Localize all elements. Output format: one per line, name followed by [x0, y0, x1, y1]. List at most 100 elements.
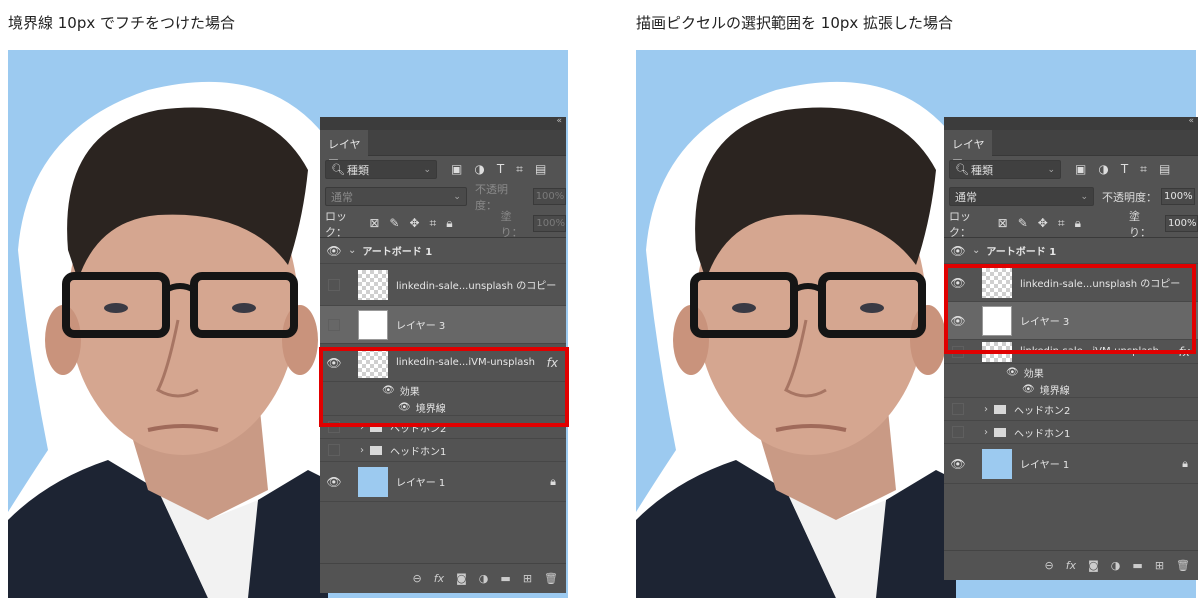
eye-icon[interactable]: 👁︎	[1022, 384, 1035, 395]
layer-row[interactable]: linkedin-sale...iVM-unsplash fx	[944, 340, 1198, 364]
eye-icon[interactable]: 👁︎	[320, 244, 348, 258]
layer-row[interactable]: レイヤー 3	[320, 306, 566, 344]
effects-row[interactable]: 👁︎ 効果	[320, 382, 566, 399]
layer-row[interactable]: 👁︎ レイヤー 1 🔒︎	[320, 462, 566, 502]
layer-row[interactable]: 👁︎ レイヤー 3	[944, 302, 1198, 340]
layer-name: レイヤー 3	[396, 321, 446, 332]
eye-icon[interactable]: 👁︎	[320, 356, 348, 370]
lock-row: ロック： ⊠ ✎ ✥ ⌗ 🔒︎ 塗り： 100%	[320, 210, 566, 239]
mask-icon[interactable]: ◙	[456, 572, 467, 585]
fx-icon[interactable]: fx	[1179, 345, 1190, 359]
visibility-toggle[interactable]	[320, 444, 348, 456]
layer-row[interactable]: 👁︎ linkedin-sale...iVM-unsplash fx	[320, 344, 566, 382]
folder-icon[interactable]: ▬	[1132, 559, 1142, 572]
lock-label: ロック：	[949, 209, 971, 239]
visibility-toggle[interactable]	[944, 345, 972, 358]
lock-all-icon[interactable]: 🔒︎	[446, 216, 452, 231]
fill-field[interactable]: 100%	[1164, 215, 1198, 232]
folder-icon[interactable]: ▬	[500, 572, 510, 585]
layer-row[interactable]: linkedin-sale...unsplash のコピー	[320, 264, 566, 306]
blend-mode-select[interactable]: 通常 ⌄	[949, 187, 1094, 206]
artboard-row[interactable]: 👁︎ ⌄ アートボード 1	[944, 238, 1198, 264]
chevron-right-icon[interactable]: ›	[360, 422, 364, 433]
layer-name: linkedin-sale...unsplash のコピー	[396, 281, 557, 292]
lock-transparency-icon[interactable]: ⊠	[369, 216, 379, 231]
image-filter-icon[interactable]: ▣	[451, 162, 462, 177]
effects-row[interactable]: 👁︎ 効果	[944, 364, 1198, 381]
filter-kind-select[interactable]: 🔍︎ 種類 ⌄	[325, 160, 437, 179]
fx-icon[interactable]: fx	[1066, 559, 1076, 572]
eye-icon[interactable]: 👁︎	[944, 314, 972, 328]
layer-row[interactable]: 👁︎ レイヤー 1 🔒︎	[944, 444, 1198, 484]
group-row[interactable]: › ヘッドホン2	[320, 416, 566, 439]
eye-icon[interactable]: 👁︎	[320, 475, 348, 489]
artboard-name: アートボード 1	[986, 247, 1057, 258]
image-filter-icon[interactable]: ▣	[1075, 162, 1086, 177]
fx-icon[interactable]: fx	[434, 572, 444, 585]
blend-mode-select[interactable]: 通常 ⌄	[325, 187, 467, 206]
link-icon[interactable]: ⊖	[1045, 559, 1054, 572]
adjustment-icon[interactable]: ◑	[479, 572, 489, 585]
new-layer-icon[interactable]: ⊞	[523, 572, 532, 585]
shape-filter-icon[interactable]: ⌗	[1140, 162, 1147, 177]
layer-name: linkedin-sale...iVM-unsplash	[396, 357, 535, 368]
adjustment-filter-icon[interactable]: ◑	[1098, 162, 1108, 177]
lock-transparency-icon[interactable]: ⊠	[998, 216, 1008, 231]
panel-footer: ⊖ fx ◙ ◑ ▬ ⊞ 🗑︎	[944, 550, 1198, 580]
shape-filter-icon[interactable]: ⌗	[516, 162, 523, 177]
adjustment-icon[interactable]: ◑	[1111, 559, 1121, 572]
group-row[interactable]: › ヘッドホン2	[944, 398, 1198, 421]
filter-kind-select[interactable]: 🔍︎ 種類 ⌄	[949, 160, 1061, 179]
visibility-toggle[interactable]	[320, 318, 348, 331]
stroke-effect-row[interactable]: 👁︎ 境界線	[320, 399, 566, 416]
folder-icon	[370, 445, 382, 455]
visibility-toggle[interactable]	[944, 426, 972, 438]
visibility-toggle[interactable]	[944, 403, 972, 415]
tab-layers[interactable]: レイヤー	[944, 130, 992, 167]
eye-icon[interactable]: 👁︎	[944, 276, 972, 290]
eye-icon[interactable]: 👁︎	[398, 402, 411, 413]
tab-layers[interactable]: レイヤー	[320, 130, 368, 167]
new-layer-icon[interactable]: ⊞	[1155, 559, 1164, 572]
chevron-right-icon[interactable]: ›	[984, 404, 988, 415]
visibility-toggle[interactable]	[320, 421, 348, 433]
chevron-right-icon[interactable]: ›	[984, 427, 988, 438]
eye-icon[interactable]: 👁︎	[382, 385, 395, 396]
group-row[interactable]: › ヘッドホン1	[944, 421, 1198, 444]
visibility-toggle[interactable]	[320, 278, 348, 291]
filter-icons: ▣ ◑ T ⌗ ▤	[1075, 162, 1170, 177]
layer-row[interactable]: 👁︎ linkedin-sale...unsplash のコピー	[944, 264, 1198, 302]
chevron-down-icon[interactable]: ⌄	[972, 245, 980, 256]
lock-all-icon[interactable]: 🔒︎	[1075, 216, 1081, 231]
eye-icon[interactable]: 👁︎	[1006, 367, 1019, 378]
collapse-icon[interactable]: «	[556, 117, 562, 126]
collapse-icon[interactable]: «	[1188, 117, 1194, 126]
chevron-down-icon: ⌄	[453, 191, 461, 202]
type-filter-icon[interactable]: T	[1121, 162, 1128, 177]
lock-paint-icon[interactable]: ✎	[1018, 216, 1028, 231]
smart-object-filter-icon[interactable]: ▤	[1159, 162, 1170, 177]
adjustment-filter-icon[interactable]: ◑	[474, 162, 484, 177]
link-icon[interactable]: ⊖	[413, 572, 422, 585]
trash-icon[interactable]: 🗑︎	[544, 572, 558, 585]
artboard-row[interactable]: 👁︎ ⌄ アートボード 1	[320, 238, 566, 264]
lock-paint-icon[interactable]: ✎	[389, 216, 399, 231]
fill-field[interactable]: 100%	[533, 215, 566, 232]
trash-icon[interactable]: 🗑︎	[1176, 559, 1190, 572]
fx-icon[interactable]: fx	[547, 356, 558, 370]
eye-icon[interactable]: 👁︎	[944, 244, 972, 258]
type-filter-icon[interactable]: T	[497, 162, 504, 177]
eye-icon[interactable]: 👁︎	[944, 457, 972, 471]
smart-object-filter-icon[interactable]: ▤	[535, 162, 546, 177]
chevron-down-icon[interactable]: ⌄	[348, 245, 356, 256]
mask-icon[interactable]: ◙	[1088, 559, 1099, 572]
stroke-effect-row[interactable]: 👁︎ 境界線	[944, 381, 1198, 398]
group-row[interactable]: › ヘッドホン1	[320, 439, 566, 462]
lock-artboard-icon[interactable]: ⌗	[1058, 216, 1065, 231]
opacity-field[interactable]: 100%	[1161, 188, 1195, 205]
lock-artboard-icon[interactable]: ⌗	[430, 216, 437, 231]
lock-position-icon[interactable]: ✥	[409, 216, 419, 231]
lock-position-icon[interactable]: ✥	[1038, 216, 1048, 231]
opacity-field[interactable]: 100%	[532, 188, 566, 205]
chevron-right-icon[interactable]: ›	[360, 445, 364, 456]
